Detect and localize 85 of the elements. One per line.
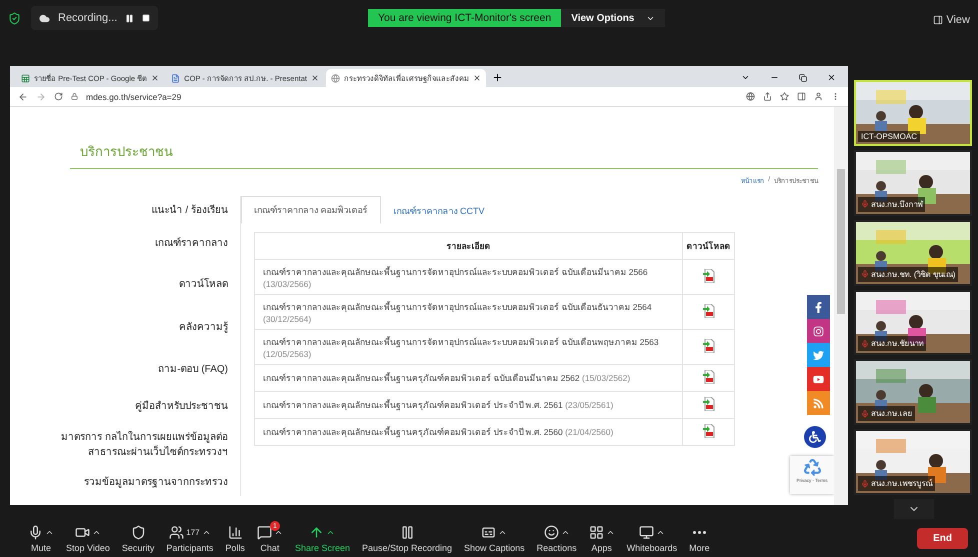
sidebar-link[interactable]: มาตรการ กลไกในการเผยแพร่ข้อมูลต่อสาธารณะผ่านเว็บไซต์กระทรวงฯ — [58, 422, 228, 466]
instagram-icon[interactable] — [813, 326, 824, 336]
restore-icon[interactable] — [799, 74, 807, 82]
lock-icon — [71, 93, 78, 100]
star-icon[interactable] — [780, 92, 789, 101]
table-cell: เกณฑ์ราคากลางและคุณลักษณะพื้นฐานครุภัณฑ์คอมพิวเตอร์ ประจำปี พ.ศ. 2561 (23/05/2561) — [254, 392, 682, 418]
table-cell: เกณฑ์ราคากลางและคุณลักษณะพื้นฐานการจัดหาอุปกรณ์และระบบคอมพิวเตอร์ ฉบับเดือนมีนาคม 2566 (13/03/2566) — [254, 260, 682, 294]
pause-stop-icon — [400, 524, 415, 540]
content-tab[interactable]: เกณฑ์ราคากลาง คอมพิวเตอร์ — [241, 196, 381, 224]
side-panel-icon[interactable] — [797, 92, 806, 101]
apps-icon — [588, 524, 604, 540]
scrollbar[interactable] — [834, 107, 848, 505]
participant-name: สนง.กษ.ชท. (วิชิต ขุนเณ) — [858, 266, 958, 282]
globe-icon — [330, 74, 340, 82]
sidebar-link[interactable]: คลังความรู้ — [58, 304, 228, 348]
close-tab-icon[interactable] — [151, 74, 160, 82]
toolbar-button[interactable]: Reactions — [530, 523, 583, 553]
facebook-icon[interactable] — [813, 302, 824, 312]
participant-name: สนง.กษ.เลย — [858, 406, 916, 422]
share-icon[interactable] — [763, 92, 772, 101]
chat-icon — [256, 524, 272, 540]
table-cell: เกณฑ์ราคากลางและคุณลักษณะพื้นฐานการจัดหาอุปกรณ์และระบบคอมพิวเตอร์ ฉบับเดือนพฤษภาคม 2563 (12/05/2563) — [254, 330, 682, 364]
participant-name: สนง.กษ.ชัยนาท — [858, 336, 926, 352]
pdf-download-icon[interactable] — [702, 339, 714, 353]
column-header: ดาวน์โหลด — [682, 232, 734, 260]
tab-list-icon[interactable] — [741, 73, 750, 82]
toolbar-button[interactable]: Show Captions — [458, 523, 531, 553]
shield-icon — [130, 524, 146, 540]
table-cell: เกณฑ์ราคากลางและคุณลักษณะพื้นฐานครุภัณฑ์คอมพิวเตอร์ ประจำปี พ.ศ. 2560 (21/04/2560) — [254, 418, 682, 446]
end-button[interactable]: End — [917, 528, 968, 548]
back-icon[interactable] — [18, 92, 28, 102]
spreadsheet-icon — [21, 74, 30, 82]
people-icon — [169, 524, 184, 540]
captions-icon — [481, 524, 496, 540]
viewing-banner: You are viewing ICT-Monitor's screen — [368, 9, 562, 27]
view-button[interactable]: View — [933, 6, 970, 34]
more-icon — [692, 530, 706, 534]
column-header: รายละเอียด — [254, 232, 682, 260]
new-tab-icon[interactable] — [492, 72, 503, 83]
participant-name: สนง.กษ.เพชรบูรณ์ — [858, 476, 936, 492]
bar-chart-icon — [228, 524, 243, 540]
shield-icon — [8, 12, 21, 25]
pdf-download-icon[interactable] — [702, 397, 714, 411]
table-cell: เกณฑ์ราคากลางและคุณลักษณะพื้นฐานครุภัณฑ์คอมพิวเตอร์ ฉบับเดือนมีนาคม 2562 (15/03/2562) — [254, 364, 682, 392]
accessibility-icon[interactable] — [804, 426, 826, 448]
monitor-icon — [638, 524, 654, 540]
sidebar-link[interactable]: คู่มือสำหรับประชาชน — [58, 388, 228, 422]
twitter-icon[interactable] — [813, 350, 824, 360]
sidebar-link[interactable]: แนะนำ / ร้องเรียน — [58, 196, 228, 222]
sidebar-link[interactable]: รวมข้อมูลมาตรฐานจากกระทรวง — [58, 466, 228, 496]
pdf-download-icon[interactable] — [702, 424, 714, 438]
participant-name: สนง.กษ.บึงกาฬ — [858, 196, 926, 212]
profile-icon[interactable] — [814, 92, 823, 101]
close-icon[interactable] — [827, 73, 836, 82]
close-tab-icon[interactable] — [310, 74, 319, 82]
toolbar-button[interactable]: Polls — [219, 523, 251, 553]
table-cell: เกณฑ์ราคากลางและคุณลักษณะพื้นฐานการจัดหาอุปกรณ์และระบบคอมพิวเตอร์ ฉบับเดือนธันวาคม 2564 (30/12/2564) — [254, 294, 682, 330]
panel-icon — [933, 15, 944, 25]
participant-name: ICT-OPSMOAC — [858, 130, 920, 142]
toolbar-button[interactable]: More — [683, 523, 716, 553]
toolbar-button[interactable]: Security — [116, 523, 160, 553]
pdf-download-icon[interactable] — [702, 269, 714, 283]
microphone-icon — [28, 524, 43, 540]
youtube-icon[interactable] — [813, 374, 824, 384]
sidebar-link[interactable]: เกณฑ์ราคากลาง — [58, 222, 228, 262]
pdf-download-icon[interactable] — [702, 304, 714, 318]
document-icon — [171, 74, 180, 82]
section-heading: บริการประชาชน — [70, 111, 818, 169]
toolbar-button[interactable]: Whiteboards — [620, 523, 684, 553]
toolbar-button[interactable]: 177 Participants — [160, 523, 220, 553]
view-options-button[interactable]: View Options — [561, 9, 666, 27]
sidebar-link[interactable]: ถาม-ตอบ (FAQ) — [58, 348, 228, 388]
address-field[interactable]: mdes.go.th/service?a=29 — [86, 92, 182, 102]
smiley-icon — [544, 524, 559, 540]
toolbar-button[interactable]: Share Screen — [288, 523, 356, 553]
toolbar-button[interactable]: Apps — [582, 523, 621, 553]
toolbar-button[interactable]: Mute — [22, 523, 60, 553]
sidebar-link[interactable]: ดาวน์โหลด — [58, 262, 228, 304]
close-tab-icon[interactable] — [472, 74, 481, 82]
toolbar-button[interactable]: Pause/Stop Recording — [356, 523, 458, 553]
translate-icon[interactable] — [746, 92, 755, 101]
recording-indicator[interactable]: Recording... — [31, 6, 158, 30]
toolbar-button[interactable]: Stop Video — [60, 523, 116, 553]
reload-icon[interactable] — [54, 92, 63, 101]
pdf-download-icon[interactable] — [702, 370, 714, 384]
